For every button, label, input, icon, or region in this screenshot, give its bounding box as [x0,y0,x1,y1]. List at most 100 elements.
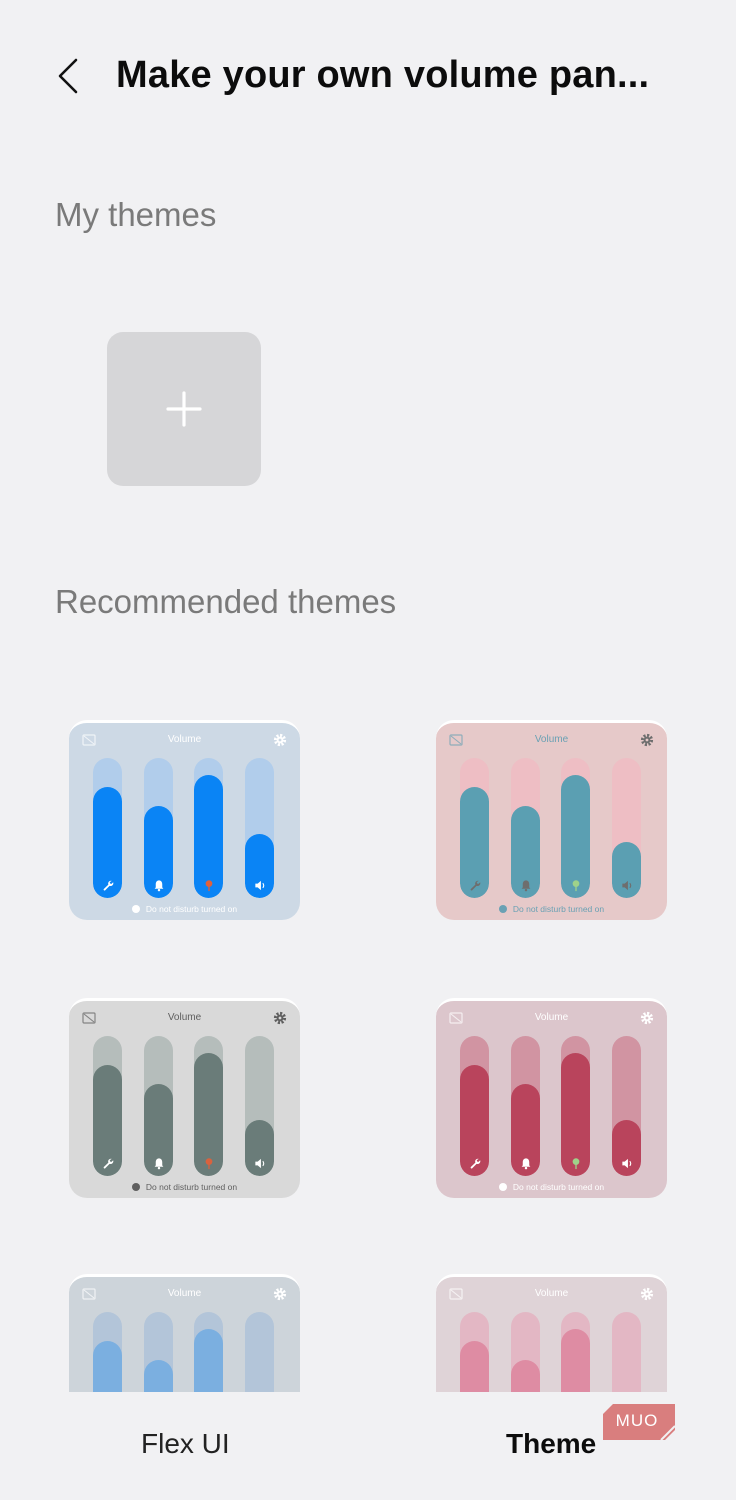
wrench-icon [101,1157,114,1170]
flower-icon [569,879,582,892]
card-header: Volume [69,1010,300,1030]
card-volume-title: Volume [534,734,569,745]
volume-slider-track [612,1036,641,1176]
volume-slider-track [460,758,489,898]
volume-slider-fill [561,1328,590,1392]
flower-icon [202,879,215,892]
card-header: Volume [436,1286,667,1306]
card-volume-title: Volume [534,1012,569,1023]
volume-slider-track [245,758,274,898]
plus-icon [166,391,202,427]
wrench-icon [468,1157,481,1170]
theme-card[interactable]: Volume [69,1274,300,1392]
speaker-icon [620,1157,633,1170]
card-volume-title: Volume [167,734,202,745]
gear-icon [640,1011,654,1025]
volume-slider-track [561,1036,590,1176]
volume-slider-track [561,758,590,898]
volume-sliders [460,758,644,898]
dnd-status: Do not disturb turned on [69,904,300,914]
speaker-icon [620,879,633,892]
volume-slider-track [144,1312,173,1392]
theme-card[interactable]: Volume [436,1274,667,1392]
gear-icon [640,733,654,747]
theme-card[interactable]: Volume Do not disturb turned on [69,720,300,920]
volume-slider-track [511,758,540,898]
flower-icon [569,1157,582,1170]
flower-icon [202,1157,215,1170]
page-title: Make your own volume pan... [116,54,650,96]
volume-slider-fill [144,1359,173,1392]
dnd-status: Do not disturb turned on [69,1182,300,1192]
volume-slider-track [144,758,173,898]
bell-icon [519,879,532,892]
card-header: Volume [436,732,667,752]
wrench-icon [101,879,114,892]
volume-slider-track [511,1036,540,1176]
gear-icon [273,1011,287,1025]
chevron-left-icon [58,58,78,94]
dnd-icon [498,905,507,913]
gear-icon [273,733,287,747]
theme-card[interactable]: Volume Do not disturb turned on [436,998,667,1198]
svg-text:MUO: MUO [616,1411,659,1430]
volume-slider-track [561,1312,590,1392]
volume-sliders [460,1312,644,1392]
volume-slider-fill [511,1359,540,1392]
bell-icon [519,1157,532,1170]
my-themes-heading: My themes [55,196,217,233]
volume-sliders [93,758,277,898]
dnd-text: Do not disturb turned on [512,1182,605,1192]
volume-slider-track [245,1036,274,1176]
volume-sliders [93,1312,277,1392]
volume-slider-track [93,1312,122,1392]
card-header: Volume [436,1010,667,1030]
dnd-text: Do not disturb turned on [145,1182,238,1192]
muo-watermark-logo: MUO [603,1404,676,1441]
speaker-icon [253,879,266,892]
volume-slider-track [460,1312,489,1392]
app-bar: Make your own volume pan... [0,40,736,120]
volume-sliders [93,1036,277,1176]
volume-slider-track [511,1312,540,1392]
volume-slider-fill [460,1341,489,1392]
back-button[interactable] [46,54,90,98]
gear-icon [273,1287,287,1301]
dnd-status: Do not disturb turned on [436,1182,667,1192]
volume-slider-track [194,758,223,898]
dnd-icon [131,905,140,913]
card-header: Volume [69,732,300,752]
dnd-icon [498,1183,507,1191]
card-volume-title: Volume [534,1288,569,1299]
recommended-themes-heading: Recommended themes [55,583,397,620]
volume-slider-track [194,1036,223,1176]
bell-icon [152,879,165,892]
volume-slider-track [93,1036,122,1176]
card-volume-title: Volume [167,1288,202,1299]
dnd-text: Do not disturb turned on [512,904,605,914]
dnd-icon [131,1183,140,1191]
dnd-status: Do not disturb turned on [436,904,667,914]
volume-sliders [460,1036,644,1176]
dnd-text: Do not disturb turned on [145,904,238,914]
recommended-themes-grid: Volume Do not disturb turned on Volume Do n… [0,690,736,1392]
bell-icon [152,1157,165,1170]
tab-flex-ui[interactable]: Flex UI [141,1428,230,1460]
add-theme-button[interactable] [107,332,261,486]
wrench-icon [468,879,481,892]
volume-slider-fill [93,1341,122,1392]
volume-slider-track [460,1036,489,1176]
speaker-icon [253,1157,266,1170]
tab-theme[interactable]: Theme [506,1428,596,1460]
volume-slider-track [144,1036,173,1176]
card-header: Volume [69,1286,300,1306]
card-volume-title: Volume [167,1012,202,1023]
volume-slider-track [93,758,122,898]
volume-slider-track [194,1312,223,1392]
volume-slider-track [612,1312,641,1392]
volume-slider-track [245,1312,274,1392]
gear-icon [640,1287,654,1301]
theme-card[interactable]: Volume Do not disturb turned on [436,720,667,920]
theme-card[interactable]: Volume Do not disturb turned on [69,998,300,1198]
volume-slider-track [612,758,641,898]
